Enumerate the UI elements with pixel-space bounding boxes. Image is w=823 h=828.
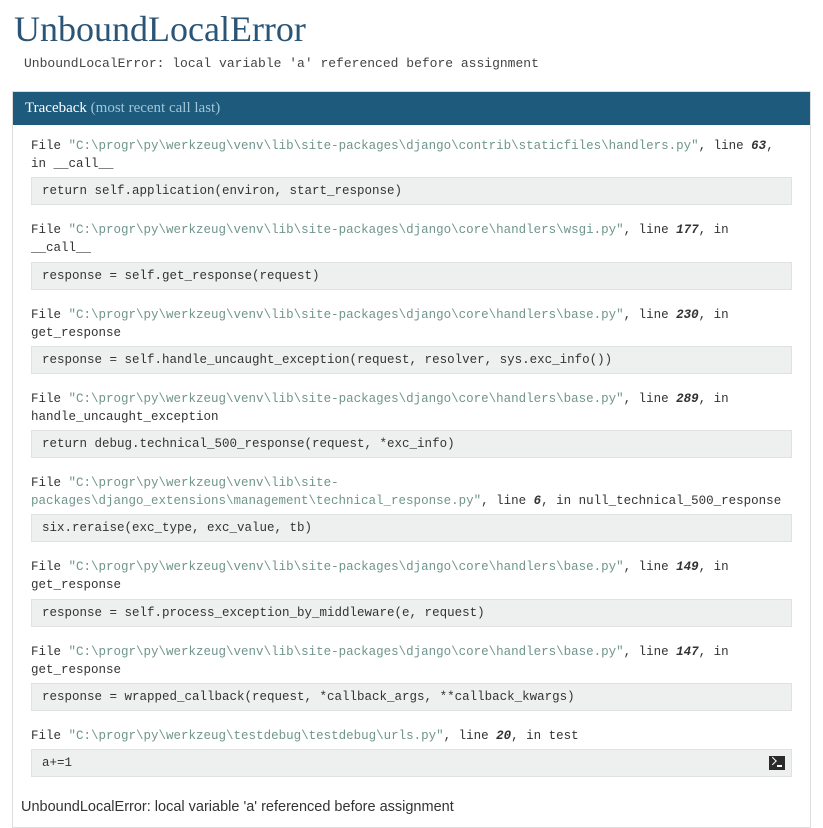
frame-code-line[interactable]: response = self.handle_uncaught_exceptio… xyxy=(31,346,792,374)
file-label: File xyxy=(31,645,61,659)
final-error-message: UnboundLocalError: local variable 'a' re… xyxy=(13,793,810,827)
frame-code-text: response = self.handle_uncaught_exceptio… xyxy=(42,353,612,367)
frame-lineno: 63 xyxy=(751,139,766,153)
frame-code-text: six.reraise(exc_type, exc_value, tb) xyxy=(42,521,312,535)
file-label: File xyxy=(31,392,61,406)
frame-lineno: 149 xyxy=(676,560,699,574)
frame-code-text: response = self.process_exception_by_mid… xyxy=(42,606,485,620)
frame-function: get_response xyxy=(31,326,121,340)
in-label: , in xyxy=(699,645,729,659)
frame-location: File "C:\progr\py\werkzeug\venv\lib\site… xyxy=(31,137,792,173)
traceback-frame[interactable]: File "C:\progr\py\werkzeug\venv\lib\site… xyxy=(31,390,792,458)
frame-location: File "C:\progr\py\werkzeug\venv\lib\site… xyxy=(31,306,792,342)
frame-lineno: 230 xyxy=(676,308,699,322)
line-label: , line xyxy=(624,392,669,406)
in-label: , in xyxy=(699,392,729,406)
traceback-header: Traceback (most recent call last) xyxy=(13,92,810,125)
traceback-frame[interactable]: File "C:\progr\py\werkzeug\venv\lib\site… xyxy=(31,474,792,542)
file-label: File xyxy=(31,729,61,743)
frame-file-path: "C:\progr\py\werkzeug\venv\lib\site-pack… xyxy=(69,223,624,237)
line-label: , line xyxy=(624,308,669,322)
console-icon[interactable] xyxy=(769,756,785,770)
frame-file-path: "C:\progr\py\werkzeug\testdebug\testdebu… xyxy=(69,729,444,743)
frame-code-text: a+=1 xyxy=(42,756,72,770)
traceback-recent: (most recent call last) xyxy=(91,100,221,116)
traceback-frame[interactable]: File "C:\progr\py\werkzeug\venv\lib\site… xyxy=(31,137,792,205)
frame-file-path: "C:\progr\py\werkzeug\venv\lib\site-pack… xyxy=(69,139,699,153)
traceback-frame[interactable]: File "C:\progr\py\werkzeug\venv\lib\site… xyxy=(31,558,792,626)
frame-location: File "C:\progr\py\werkzeug\venv\lib\site… xyxy=(31,474,792,510)
frame-lineno: 289 xyxy=(676,392,699,406)
file-label: File xyxy=(31,139,61,153)
frame-file-path: "C:\progr\py\werkzeug\venv\lib\site-pack… xyxy=(69,645,624,659)
frame-code-text: response = self.get_response(request) xyxy=(42,269,320,283)
frame-lineno: 177 xyxy=(676,223,699,237)
frame-lineno: 147 xyxy=(676,645,699,659)
line-label: , line xyxy=(624,560,669,574)
frame-location: File "C:\progr\py\werkzeug\venv\lib\site… xyxy=(31,390,792,426)
frame-file-path: "C:\progr\py\werkzeug\venv\lib\site-pack… xyxy=(69,560,624,574)
error-title: UnboundLocalError xyxy=(0,0,823,56)
frame-code-text: return debug.technical_500_response(requ… xyxy=(42,437,455,451)
in-label: , in xyxy=(511,729,541,743)
frame-code-text: return self.application(environ, start_r… xyxy=(42,184,402,198)
frame-code-line[interactable]: return self.application(environ, start_r… xyxy=(31,177,792,205)
line-label: , line xyxy=(624,223,669,237)
file-label: File xyxy=(31,560,61,574)
in-label: , in xyxy=(699,560,729,574)
in-label: , in xyxy=(541,494,571,508)
frame-function: handle_uncaught_exception xyxy=(31,410,219,424)
traceback-box: Traceback (most recent call last) File "… xyxy=(12,91,811,828)
frame-function: __call__ xyxy=(54,157,114,171)
file-label: File xyxy=(31,476,61,490)
frame-code-line[interactable]: return debug.technical_500_response(requ… xyxy=(31,430,792,458)
line-label: , line xyxy=(624,645,669,659)
traceback-frame[interactable]: File "C:\progr\py\werkzeug\venv\lib\site… xyxy=(31,643,792,711)
frame-file-path: "C:\progr\py\werkzeug\venv\lib\site-pack… xyxy=(69,392,624,406)
frame-function: test xyxy=(549,729,579,743)
frame-function: get_response xyxy=(31,663,121,677)
frame-location: File "C:\progr\py\werkzeug\venv\lib\site… xyxy=(31,221,792,257)
in-label: , in xyxy=(699,308,729,322)
frame-code-line[interactable]: response = self.process_exception_by_mid… xyxy=(31,599,792,627)
traceback-frame[interactable]: File "C:\progr\py\werkzeug\venv\lib\site… xyxy=(31,221,792,289)
error-summary: UnboundLocalError: local variable 'a' re… xyxy=(0,56,823,91)
in-label: , in xyxy=(699,223,729,237)
line-label: , line xyxy=(699,139,744,153)
frame-location: File "C:\progr\py\werkzeug\testdebug\tes… xyxy=(31,727,792,745)
frame-function: __call__ xyxy=(31,241,91,255)
frame-lineno: 20 xyxy=(496,729,511,743)
traceback-label: Traceback xyxy=(25,100,87,116)
frames-list: File "C:\progr\py\werkzeug\venv\lib\site… xyxy=(13,125,810,777)
line-label: , line xyxy=(481,494,526,508)
line-label: , line xyxy=(444,729,489,743)
file-label: File xyxy=(31,308,61,322)
frame-lineno: 6 xyxy=(534,494,542,508)
frame-function: get_response xyxy=(31,578,121,592)
file-label: File xyxy=(31,223,61,237)
frame-file-path: "C:\progr\py\werkzeug\venv\lib\site-pack… xyxy=(31,476,481,508)
frame-function: null_technical_500_response xyxy=(579,494,782,508)
frame-location: File "C:\progr\py\werkzeug\venv\lib\site… xyxy=(31,558,792,594)
frame-file-path: "C:\progr\py\werkzeug\venv\lib\site-pack… xyxy=(69,308,624,322)
traceback-frame[interactable]: File "C:\progr\py\werkzeug\venv\lib\site… xyxy=(31,306,792,374)
frame-location: File "C:\progr\py\werkzeug\venv\lib\site… xyxy=(31,643,792,679)
frame-code-line[interactable]: response = self.get_response(request) xyxy=(31,262,792,290)
traceback-frame[interactable]: File "C:\progr\py\werkzeug\testdebug\tes… xyxy=(31,727,792,777)
frame-code-line[interactable]: a+=1 xyxy=(31,749,792,777)
frame-code-line[interactable]: six.reraise(exc_type, exc_value, tb) xyxy=(31,514,792,542)
